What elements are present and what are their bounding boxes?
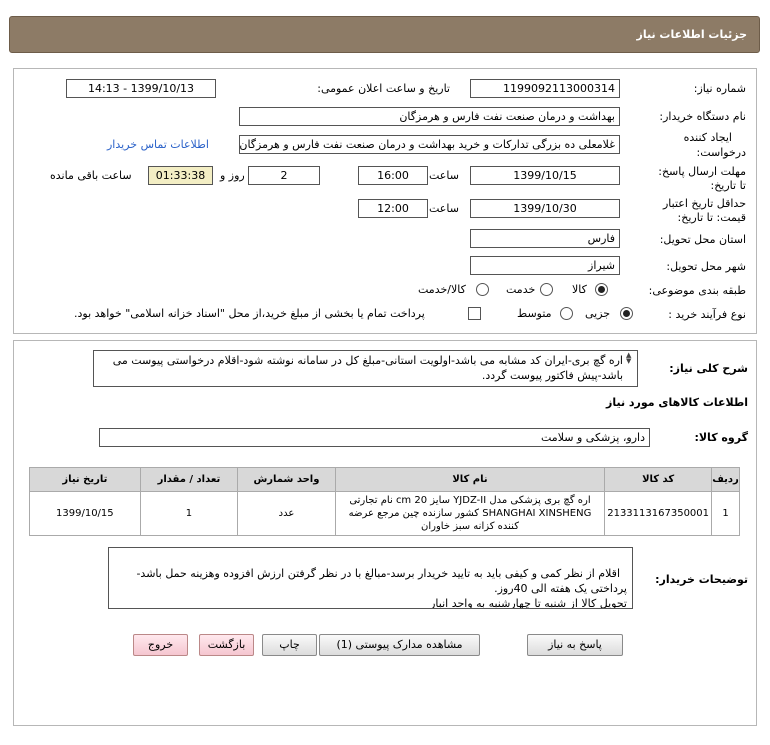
goods-group-label: گروه کالا: (694, 431, 748, 444)
description-label: شرح کلی نیاز: (669, 362, 748, 375)
cell-date: 1399/10/15 (29, 491, 141, 536)
city-label: شهر محل تحویل: (666, 260, 746, 273)
cell-code: 2133113167350001 (604, 491, 713, 536)
buyer-notes-text: اقلام از نظر کمی و کیفی باید به تایید خر… (136, 567, 627, 609)
back-button[interactable]: بازگشت (199, 634, 254, 656)
contact-buyer-link[interactable]: اطلاعات تماس خریدار (107, 138, 209, 151)
category-option-service: خدمت (506, 283, 536, 296)
province-label: استان محل تحویل: (659, 233, 746, 246)
page-title: جزئیات اطلاعات نیاز (636, 28, 748, 41)
days-field[interactable]: 2 (248, 166, 320, 185)
description-text: اره گچ بری-ایران کد مشابه می باشد-اولویت… (112, 354, 623, 382)
deadline-label-1: مهلت ارسال پاسخ: (658, 165, 746, 178)
deadline-label-2: تا تاریخ: (710, 179, 746, 192)
print-button[interactable]: چاپ (262, 634, 317, 656)
days-label: روز و (220, 169, 245, 182)
need-number-field[interactable]: 1199092113000314 (470, 79, 620, 98)
category-radio-goods-service[interactable] (476, 283, 489, 296)
cell-unit: عدد (237, 491, 336, 536)
category-option-goods-service: کالا/خدمت (418, 283, 466, 296)
deadline-date-field[interactable]: 1399/10/15 (470, 166, 620, 185)
creator-label-1: ایجاد کننده (683, 131, 732, 144)
remaining-time-field: 01:33:38 (148, 166, 213, 185)
creator-label-2: درخواست: (696, 146, 746, 159)
description-textarea[interactable]: اره گچ بری-ایران کد مشابه می باشد-اولویت… (93, 350, 638, 387)
treasury-payment-checkbox[interactable] (468, 307, 481, 320)
category-option-goods: کالا (572, 283, 587, 296)
col-name: نام کالا (334, 467, 606, 492)
reply-button[interactable]: پاسخ به نیاز (527, 634, 623, 656)
goods-group-field[interactable]: دارو، پزشکی و سلامت (99, 428, 650, 447)
col-unit: واحد شمارش (237, 467, 336, 492)
payment-note: پرداخت تمام یا بخشی از مبلغ خرید،از محل … (74, 307, 425, 320)
buyer-org-field[interactable]: بهداشت و درمان صنعت نفت فارس و هرمزگان (239, 107, 620, 126)
category-label: طبقه بندی موضوعی: (648, 284, 746, 297)
category-radio-service[interactable] (540, 283, 553, 296)
city-field[interactable]: شیراز (470, 256, 620, 275)
process-option-medium: متوسط (517, 307, 552, 320)
col-date: تاریخ نیاز (29, 467, 141, 492)
process-label: نوع فرآیند خرید : (668, 308, 746, 321)
announce-field[interactable]: 1399/10/13 - 14:13 (66, 79, 216, 98)
buyer-org-label: نام دستگاه خریدار: (659, 110, 746, 123)
buyer-notes-box[interactable]: اقلام از نظر کمی و کیفی باید به تایید خر… (108, 547, 633, 609)
description-scroll-icon[interactable]: ▲ ▼ (626, 352, 631, 365)
validity-time-label: ساعت (429, 202, 459, 215)
process-radio-medium[interactable] (560, 307, 573, 320)
announce-label: تاریخ و ساعت اعلان عمومی: (317, 82, 450, 95)
exit-button[interactable]: خروج (133, 634, 188, 656)
col-row: ردیف (711, 467, 740, 492)
validity-label-1: حداقل تاریخ اعتبار (662, 197, 746, 210)
table-row: 1 2133113167350001 اره گچ بری پزشکی مدل … (29, 491, 740, 536)
validity-label-2: قیمت: تا تاریخ: (677, 211, 746, 224)
buyer-notes-label: توضیحات خریدار: (655, 573, 748, 586)
goods-table: ردیف کد کالا نام کالا واحد شمارش تعداد /… (29, 467, 740, 536)
validity-time-field[interactable]: 12:00 (358, 199, 428, 218)
remaining-label: ساعت باقی مانده (50, 169, 132, 182)
category-radio-goods[interactable] (595, 283, 608, 296)
col-code: کد کالا (604, 467, 713, 492)
process-radio-minor[interactable] (620, 307, 633, 320)
validity-date-field[interactable]: 1399/10/30 (470, 199, 620, 218)
deadline-time-label: ساعت (429, 169, 459, 182)
attachments-button[interactable]: مشاهده مدارک پیوستی (1) (319, 634, 480, 656)
cell-name: اره گچ بری پزشکی مدل YJDZ-II سایز 20 cm … (334, 491, 606, 536)
page-header: جزئیات اطلاعات نیاز (9, 16, 760, 53)
deadline-time-field[interactable]: 16:00 (358, 166, 428, 185)
goods-table-header: ردیف کد کالا نام کالا واحد شمارش تعداد /… (29, 467, 740, 492)
cell-qty: 1 (139, 491, 239, 536)
goods-section-title: اطلاعات کالاهای مورد نیاز (606, 396, 748, 409)
col-qty: تعداد / مقدار (139, 467, 239, 492)
need-number-label: شماره نیاز: (693, 82, 746, 95)
creator-field[interactable]: غلامعلی ده بزرگی تدارکات و خرید بهداشت و… (239, 135, 620, 154)
cell-row: 1 (711, 491, 740, 536)
process-option-minor: جزیی (585, 307, 611, 320)
province-field[interactable]: فارس (470, 229, 620, 248)
